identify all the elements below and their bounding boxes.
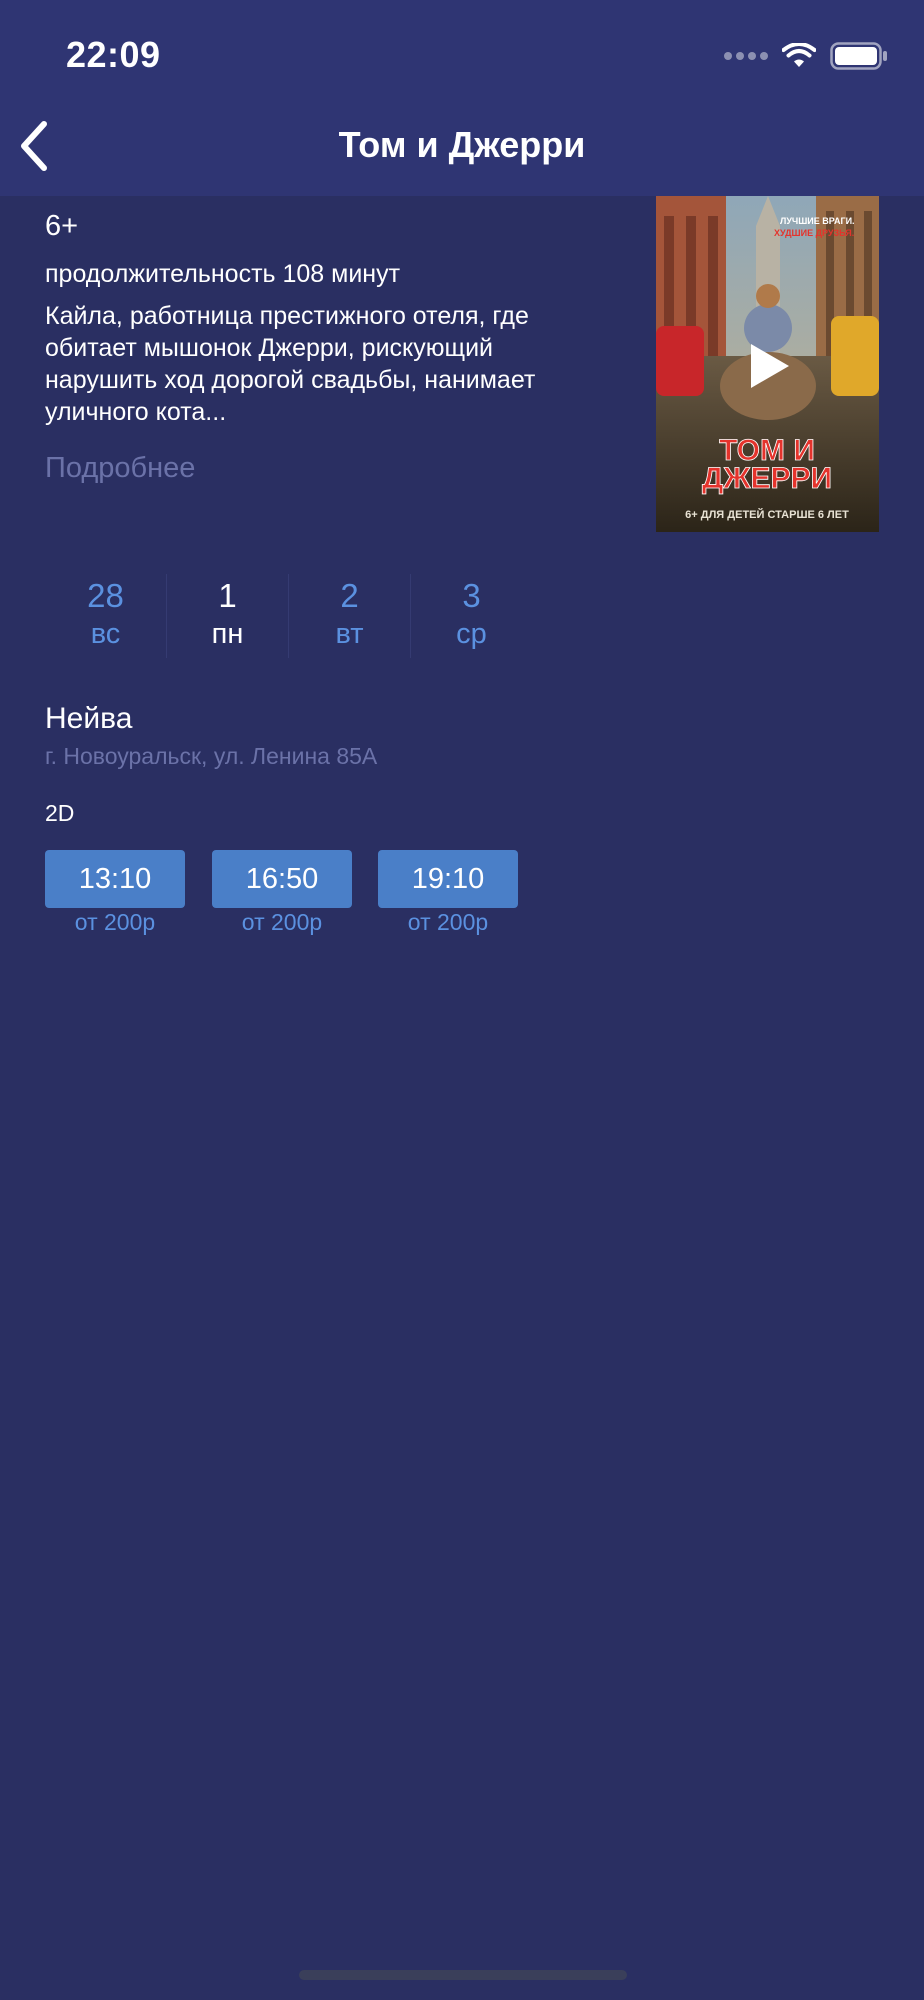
poster-tagline-2: ХУДШИЕ ДРУЗЬЯ. [774,228,854,238]
format-label: 2D [45,800,75,826]
poster-tagline-1: ЛУЧШИЕ ВРАГИ. [780,216,855,226]
day-tab-3[interactable]: 3 ср [411,574,532,658]
battery-icon [830,42,887,70]
app-header: 22:09 Том и Джерри [0,0,924,196]
session-price: от 200р [74,909,156,935]
day-number: 1 [218,577,237,614]
signal-dots-icon [724,52,768,60]
age-rating: 6+ [45,210,79,242]
session-time-button[interactable]: 13:10 [45,850,185,908]
session-time-button[interactable]: 19:10 [378,850,518,908]
date-selector: 28 вс 1 пн 2 вт 3 ср [45,574,532,658]
poster-title-2: ДЖЕРРИ [702,462,832,495]
day-weekday: вт [335,618,364,650]
movie-description: Кайла, работница престижного отеля, где … [45,302,536,426]
day-number: 2 [340,577,359,614]
day-weekday: пн [211,618,244,650]
movie-duration: продолжительность 108 минут [45,260,401,288]
poster-age-note: 6+ ДЛЯ ДЕТЕЙ СТАРШЕ 6 ЛЕТ [685,508,849,521]
wifi-icon [782,43,816,67]
day-tab-1[interactable]: 1 пн [167,574,289,658]
day-weekday: ср [456,618,487,650]
cinema-address: г. Новоуральск, ул. Ленина 85А [45,743,378,769]
more-details-link[interactable]: Подробнее [45,452,195,485]
play-icon[interactable] [741,340,793,392]
cinema-name: Нейва [45,702,133,735]
session-time-button[interactable]: 16:50 [212,850,352,908]
status-time: 22:09 [66,34,161,75]
day-number: 28 [87,577,124,614]
day-weekday: вс [90,618,121,650]
session-price: от 200р [407,909,489,935]
session-item: 19:10 от 200р [378,850,518,936]
home-indicator[interactable] [299,1970,627,1980]
day-tab-2[interactable]: 2 вт [289,574,411,658]
session-item: 13:10 от 200р [45,850,185,936]
session-item: 16:50 от 200р [212,850,352,936]
day-number: 3 [462,577,481,614]
status-icons [724,40,888,72]
session-price: от 200р [241,909,323,935]
day-tab-28[interactable]: 28 вс [45,574,167,658]
page-title: Том и Джерри [338,124,586,165]
